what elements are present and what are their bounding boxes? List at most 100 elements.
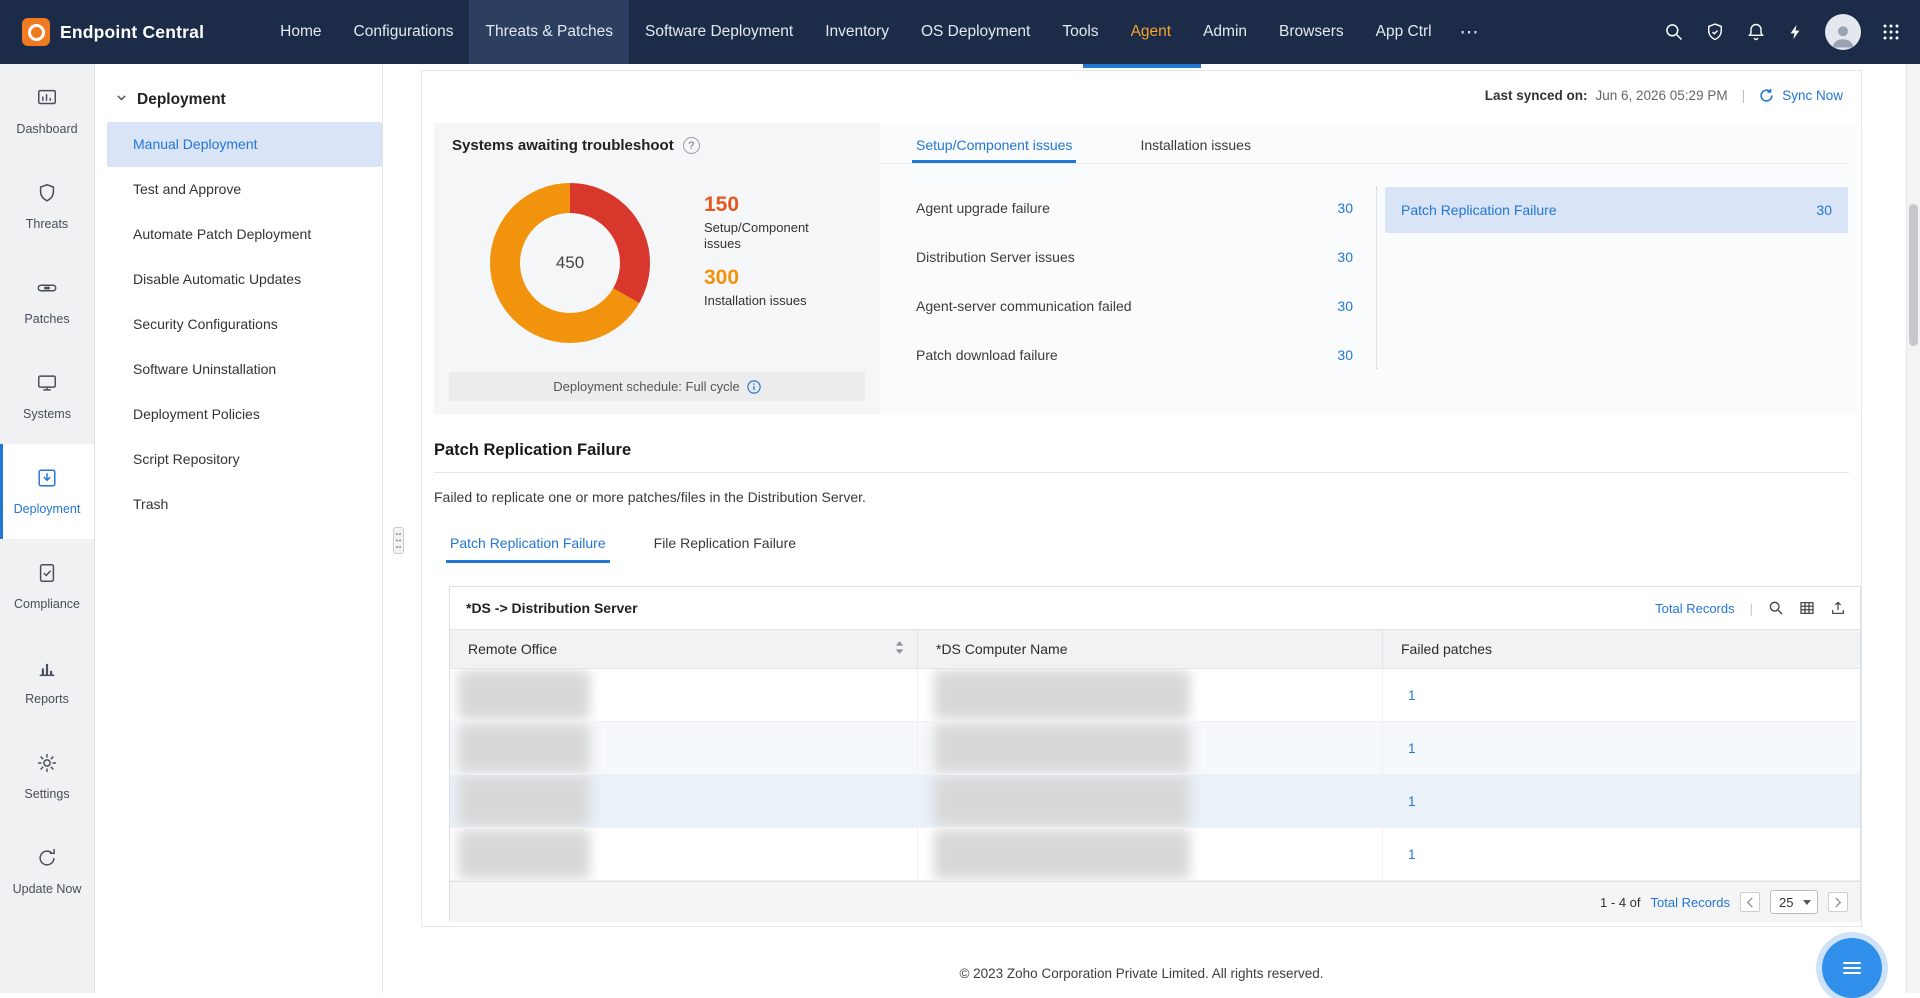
issue-count-link[interactable]: 30 bbox=[1337, 200, 1353, 216]
table-search-icon[interactable] bbox=[1768, 600, 1784, 616]
user-avatar[interactable] bbox=[1825, 14, 1861, 50]
sidebar-item-update-now[interactable]: Update Now bbox=[0, 824, 94, 919]
redacted-value bbox=[458, 829, 590, 879]
subnav-item-trash[interactable]: Trash bbox=[95, 482, 382, 527]
sidebar-item-settings[interactable]: Settings bbox=[0, 729, 94, 824]
issue-count-link[interactable]: 30 bbox=[1337, 298, 1353, 314]
subnav-item-script-repository[interactable]: Script Repository bbox=[95, 437, 382, 482]
quick-actions-lightning-icon[interactable] bbox=[1787, 22, 1804, 42]
sidebar-label: Dashboard bbox=[16, 122, 78, 136]
nav-item-home[interactable]: Home bbox=[264, 0, 337, 64]
sidebar-label: Deployment bbox=[13, 502, 81, 516]
tab-installation-issues[interactable]: Installation issues bbox=[1136, 137, 1255, 163]
sync-now-button[interactable]: Sync Now bbox=[1782, 88, 1843, 103]
nav-item-os-deployment[interactable]: OS Deployment bbox=[905, 0, 1046, 64]
sidebar-item-reports[interactable]: Reports bbox=[0, 634, 94, 729]
table-row[interactable]: 1 bbox=[450, 722, 1860, 775]
failed-patches-link[interactable]: 1 bbox=[1383, 688, 1416, 703]
table-row[interactable]: 1 bbox=[450, 775, 1860, 828]
troubleshoot-donut-chart[interactable]: 450 bbox=[490, 183, 650, 343]
selected-issue-label: Patch Replication Failure bbox=[1401, 202, 1557, 218]
sidebar-item-deployment[interactable]: Deployment bbox=[0, 444, 94, 539]
nav-item-agent[interactable]: Agent bbox=[1082, 0, 1201, 68]
issue-row-agent-upgrade-failure[interactable]: Agent upgrade failure 30 bbox=[916, 183, 1353, 232]
scrollbar-thumb[interactable] bbox=[1909, 204, 1918, 346]
chat-menu-fab[interactable] bbox=[1822, 938, 1882, 998]
selected-issue-patch-replication-failure[interactable]: Patch Replication Failure 30 bbox=[1385, 187, 1848, 233]
sidebar-item-compliance[interactable]: Compliance bbox=[0, 539, 94, 634]
nav-item-inventory[interactable]: Inventory bbox=[809, 0, 905, 64]
sidebar-item-threats[interactable]: Threats bbox=[0, 159, 94, 254]
failed-patches-link[interactable]: 1 bbox=[1383, 794, 1416, 809]
nav-item-configurations[interactable]: Configurations bbox=[338, 0, 470, 64]
security-shield-icon[interactable] bbox=[1705, 22, 1725, 42]
issue-row-agent-server-communication-failed[interactable]: Agent-server communication failed 30 bbox=[916, 281, 1353, 330]
column-header-remote-office[interactable]: Remote Office bbox=[450, 630, 918, 668]
sidebar-item-systems[interactable]: Systems bbox=[0, 349, 94, 444]
table-row[interactable]: 1 bbox=[450, 669, 1860, 722]
pagination-total-records-link[interactable]: Total Records bbox=[1651, 895, 1730, 910]
apps-grid-icon[interactable] bbox=[1882, 23, 1900, 41]
deployment-schedule-label: Deployment schedule: Full cycle bbox=[553, 379, 740, 394]
column-chooser-icon[interactable] bbox=[1799, 600, 1815, 616]
subnav-item-test-and-approve[interactable]: Test and Approve bbox=[95, 167, 382, 212]
sidebar-label: Reports bbox=[25, 692, 69, 706]
remote-office-cell bbox=[450, 669, 918, 721]
issue-count-link[interactable]: 30 bbox=[1337, 347, 1353, 363]
brand[interactable]: Endpoint Central bbox=[0, 18, 204, 46]
help-icon[interactable]: ? bbox=[682, 137, 700, 154]
column-header-failed-patches[interactable]: Failed patches bbox=[1383, 630, 1860, 668]
issue-row-patch-download-failure[interactable]: Patch download failure 30 bbox=[916, 330, 1353, 379]
nav-item-app-ctrl[interactable]: App Ctrl bbox=[1360, 0, 1448, 64]
prev-page-button[interactable] bbox=[1740, 892, 1760, 912]
failed-patches-link[interactable]: 1 bbox=[1383, 741, 1416, 756]
subnav-header[interactable]: Deployment bbox=[95, 64, 382, 122]
next-page-button[interactable] bbox=[1828, 892, 1848, 912]
page-size-select[interactable]: 25 bbox=[1770, 890, 1818, 914]
issue-count-link[interactable]: 30 bbox=[1337, 249, 1353, 265]
subnav-item-deployment-policies[interactable]: Deployment Policies bbox=[95, 392, 382, 437]
nav-item-tools[interactable]: Tools bbox=[1046, 0, 1114, 64]
nav-item-software-deployment[interactable]: Software Deployment bbox=[629, 0, 809, 64]
nav-item-admin[interactable]: Admin bbox=[1187, 0, 1263, 64]
separator: | bbox=[1741, 87, 1746, 103]
sidebar-label: Compliance bbox=[13, 597, 80, 611]
chevron-down-icon bbox=[115, 91, 128, 109]
table-caption: *DS -> Distribution Server bbox=[466, 600, 638, 616]
total-records-link[interactable]: Total Records bbox=[1655, 601, 1734, 616]
issue-row-distribution-server-issues[interactable]: Distribution Server issues 30 bbox=[916, 232, 1353, 281]
subnav-item-manual-deployment[interactable]: Manual Deployment bbox=[107, 122, 382, 167]
panel-resize-handle[interactable] bbox=[393, 527, 404, 554]
tab-patch-replication-failure[interactable]: Patch Replication Failure bbox=[446, 535, 610, 563]
nav-item-browsers[interactable]: Browsers bbox=[1263, 0, 1360, 64]
troubleshoot-stats: 150 Setup/Component issues 300 Installat… bbox=[704, 193, 864, 309]
sidebar-item-patches[interactable]: Patches bbox=[0, 254, 94, 349]
tab-file-replication-failure[interactable]: File Replication Failure bbox=[650, 535, 800, 563]
sidebar-label: Systems bbox=[23, 407, 71, 421]
sidebar-item-dashboard[interactable]: Dashboard bbox=[0, 64, 94, 159]
remote-office-cell bbox=[450, 775, 918, 827]
table-header-row: Remote Office *DS Computer Name Failed p… bbox=[450, 629, 1860, 669]
notifications-bell-icon[interactable] bbox=[1746, 22, 1766, 42]
table-row[interactable]: 1 bbox=[450, 828, 1860, 881]
installation-issues-label: Installation issues bbox=[704, 292, 807, 308]
tab-setup-component-issues[interactable]: Setup/Component issues bbox=[912, 137, 1077, 163]
subnav-item-automate-patch-deployment[interactable]: Automate Patch Deployment bbox=[95, 212, 382, 257]
failed-patches-link[interactable]: 1 bbox=[1383, 847, 1416, 862]
nav-item-threats-and-patches[interactable]: Threats & Patches bbox=[469, 0, 629, 64]
setup-component-issues-count[interactable]: 150 bbox=[704, 193, 864, 217]
export-icon[interactable] bbox=[1830, 600, 1846, 616]
info-icon[interactable] bbox=[747, 379, 761, 394]
scrollbar[interactable] bbox=[1906, 64, 1920, 993]
subnav-item-disable-automatic-updates[interactable]: Disable Automatic Updates bbox=[95, 257, 382, 302]
sort-icon[interactable] bbox=[894, 640, 905, 658]
subnav-item-security-configurations[interactable]: Security Configurations bbox=[95, 302, 382, 347]
column-header-ds-computer-name[interactable]: *DS Computer Name bbox=[918, 630, 1383, 668]
installation-issues-count[interactable]: 300 bbox=[704, 266, 864, 290]
redacted-value bbox=[458, 670, 590, 720]
table-caption-bar: *DS -> Distribution Server Total Records… bbox=[450, 587, 1860, 629]
nav-more-icon[interactable]: ⋯ bbox=[1448, 0, 1492, 64]
threats-icon bbox=[36, 182, 58, 209]
subnav-item-software-uninstallation[interactable]: Software Uninstallation bbox=[95, 347, 382, 392]
search-icon[interactable] bbox=[1664, 22, 1684, 42]
